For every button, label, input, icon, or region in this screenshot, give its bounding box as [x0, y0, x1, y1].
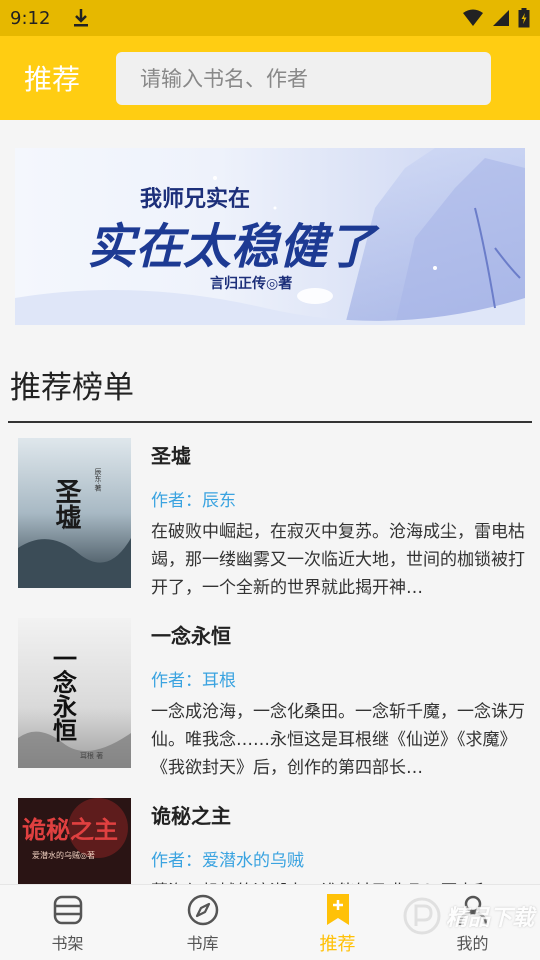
wifi-icon [463, 9, 483, 26]
book-description: 一念成沧海，一念化桑田。一念斩千魔，一念诛万仙。唯我念……永恒这是耳根继《仙逆》… [151, 702, 525, 778]
status-bar: 9:12 [0, 0, 540, 36]
compass-icon [187, 894, 218, 926]
cover-image: 圣墟 辰东·著 [18, 438, 131, 588]
banner-byline: 言归正传◎著 [210, 275, 292, 292]
nav-item-recommend[interactable]: 推荐 [270, 885, 405, 960]
banner-line2: 实在太稳健了 [87, 219, 380, 275]
book-title: 诡秘之主 [151, 804, 231, 828]
book-cover: 圣墟 辰东·著 [18, 438, 131, 588]
status-icons [462, 8, 530, 28]
search-input[interactable]: 请输入书名、作者 [116, 51, 491, 105]
nav-label: 推荐 [319, 934, 356, 955]
divider [8, 421, 532, 423]
banner-image: 我师兄实在 实在太稳健了 言归正传◎著 [15, 148, 525, 325]
page-title: 推荐 [24, 63, 81, 96]
header: 推荐 请输入书名、作者 [0, 36, 540, 120]
bookshelf-icon [53, 895, 82, 925]
watermark-text: 精品下载 [445, 906, 534, 931]
book-item[interactable]: 圣墟 辰东·著 圣墟 作者：辰东 在破败中崛起，在寂灭中复苏。沧海成尘，雷电枯竭… [18, 438, 528, 598]
cover-author: 耳根 著 [80, 751, 103, 760]
book-title: 圣墟 [151, 444, 191, 468]
watermark-logo-icon [403, 897, 441, 935]
status-time: 9:12 [10, 7, 51, 29]
book-title: 一念永恒 [151, 624, 231, 648]
nav-label: 书架 [51, 934, 84, 953]
book-description: 在破败中崛起，在寂灭中复苏。沧海成尘，雷电枯竭，那一缕幽雾又一次临近大地，世间的… [151, 522, 525, 598]
book-item[interactable]: 一念永恒 耳根 著 一念永恒 作者：耳根 一念成沧海，一念化桑田。一念斩千魔，一… [18, 618, 528, 778]
bookmark-icon [326, 894, 349, 925]
cover-title: 一念永恒 [49, 646, 78, 742]
watermark: 精品下载 [402, 896, 534, 936]
cover-image: 一念永恒 耳根 著 [18, 618, 131, 768]
section-title: 推荐榜单 [10, 370, 134, 406]
book-author: 作者：耳根 [151, 671, 236, 691]
cover-author: 辰东·著 [94, 468, 102, 492]
book-author: 作者：爱潜水的乌贼 [151, 851, 304, 871]
download-icon [74, 9, 89, 27]
book-cover: 一念永恒 耳根 著 [18, 618, 131, 768]
search-placeholder: 请输入书名、作者 [140, 67, 308, 91]
signal-icon [493, 10, 509, 26]
cover-author: 爱潜水的乌贼◎著 [32, 850, 95, 860]
nav-item-bookshelf[interactable]: 书架 [0, 885, 135, 960]
battery-icon [518, 8, 530, 28]
book-author: 作者：辰东 [151, 491, 236, 511]
cover-title: 诡秘之主 [22, 815, 118, 844]
nav-item-library[interactable]: 书库 [135, 885, 270, 960]
nav-label: 书库 [186, 934, 219, 953]
cover-title: 圣墟 [51, 478, 81, 530]
banner-line1: 我师兄实在 [140, 186, 250, 212]
banner[interactable]: 我师兄实在 实在太稳健了 言归正传◎著 [15, 148, 525, 325]
